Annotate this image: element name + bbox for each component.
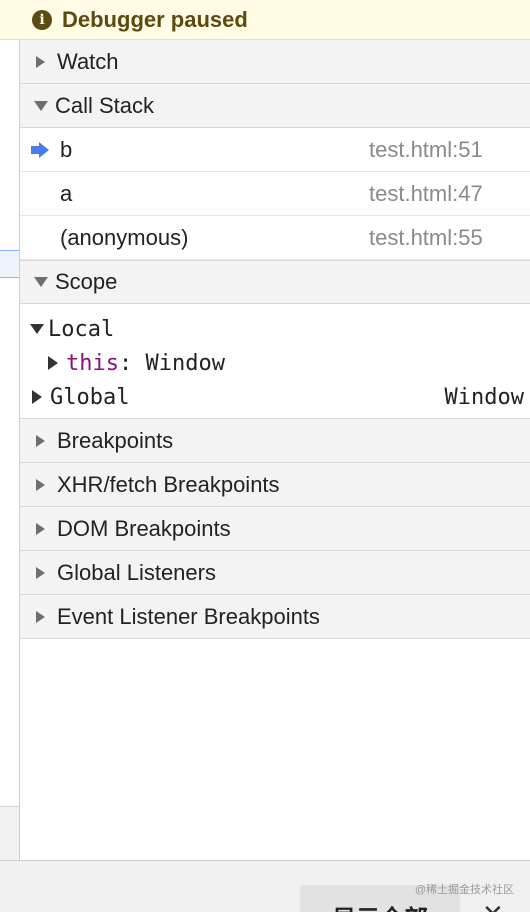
call-frame-anonymous[interactable]: (anonymous) test.html:55 <box>20 216 530 260</box>
bottom-drawer-bar: 显示全部 ✕ @稀土掘金技术社区 <box>0 860 530 912</box>
section-event-listener-breakpoints-label: Event Listener Breakpoints <box>57 603 320 629</box>
scope-global-value: Window <box>444 384 524 410</box>
section-scope[interactable]: Scope <box>20 260 530 304</box>
section-breakpoints-label: Breakpoints <box>57 427 174 453</box>
call-stack-list: b test.html:51 a test.html:47 (anonymous… <box>20 128 530 260</box>
watermark: @稀土掘金技术社区 <box>414 884 514 896</box>
scope-tree: Local this: Window Global Window <box>20 304 530 419</box>
frame-location-link[interactable]: test.html:55 <box>369 225 483 251</box>
call-frame-b[interactable]: b test.html:51 <box>20 128 530 172</box>
section-call-stack-label: Call Stack <box>55 92 155 118</box>
section-dom-breakpoints-label: DOM Breakpoints <box>57 515 231 541</box>
expand-triangle-icon <box>36 55 45 68</box>
editor-edge <box>0 0 20 861</box>
expand-triangle-icon <box>36 610 45 623</box>
property-value: Window <box>145 350 225 376</box>
scope-local[interactable]: Local <box>20 312 530 346</box>
expand-triangle-icon <box>36 434 45 447</box>
collapse-triangle-icon <box>30 324 44 334</box>
section-watch[interactable]: Watch <box>20 40 530 84</box>
debugger-paused-banner: i Debugger paused <box>0 0 530 40</box>
collapse-triangle-icon <box>34 277 48 287</box>
section-call-stack[interactable]: Call Stack <box>20 84 530 128</box>
section-breakpoints[interactable]: Breakpoints <box>20 419 530 463</box>
editor-status-area <box>0 806 19 861</box>
section-global-listeners[interactable]: Global Listeners <box>20 551 530 595</box>
editor-highlighted-line <box>0 250 19 278</box>
section-scope-label: Scope <box>55 269 118 294</box>
frame-location-link[interactable]: test.html:47 <box>369 181 483 207</box>
collapse-triangle-icon <box>34 100 48 111</box>
info-icon: i <box>32 9 52 30</box>
property-name: this <box>66 350 119 376</box>
scope-global[interactable]: Global Window <box>20 380 530 414</box>
section-event-listener-breakpoints[interactable]: Event Listener Breakpoints <box>20 595 530 639</box>
close-icon[interactable]: ✕ <box>482 899 504 912</box>
frame-location-link[interactable]: test.html:51 <box>369 137 483 163</box>
expand-triangle-icon <box>48 356 58 370</box>
section-watch-label: Watch <box>57 48 119 74</box>
scope-property-this[interactable]: this: Window <box>20 346 530 380</box>
expand-triangle-icon <box>36 566 45 579</box>
property-separator: : <box>118 350 146 376</box>
call-frame-a[interactable]: a test.html:47 <box>20 172 530 216</box>
section-global-listeners-label: Global Listeners <box>57 559 216 585</box>
current-frame-arrow-slot <box>20 141 60 158</box>
scope-local-label: Local <box>48 316 115 342</box>
current-frame-arrow-icon <box>31 141 49 158</box>
sources-debug-pane: i Debugger paused Watch Call Stack b tes… <box>0 0 530 867</box>
pane-empty-space <box>20 639 530 867</box>
debugger-sidebar: i Debugger paused Watch Call Stack b tes… <box>0 0 530 912</box>
paused-message: Debugger paused <box>62 6 248 32</box>
expand-triangle-icon <box>36 522 45 535</box>
section-xhr-breakpoints-label: XHR/fetch Breakpoints <box>57 471 280 497</box>
expand-triangle-icon <box>32 390 42 404</box>
section-dom-breakpoints[interactable]: DOM Breakpoints <box>20 507 530 551</box>
scope-global-label: Global <box>50 384 130 410</box>
expand-triangle-icon <box>36 478 45 491</box>
section-xhr-breakpoints[interactable]: XHR/fetch Breakpoints <box>20 463 530 507</box>
